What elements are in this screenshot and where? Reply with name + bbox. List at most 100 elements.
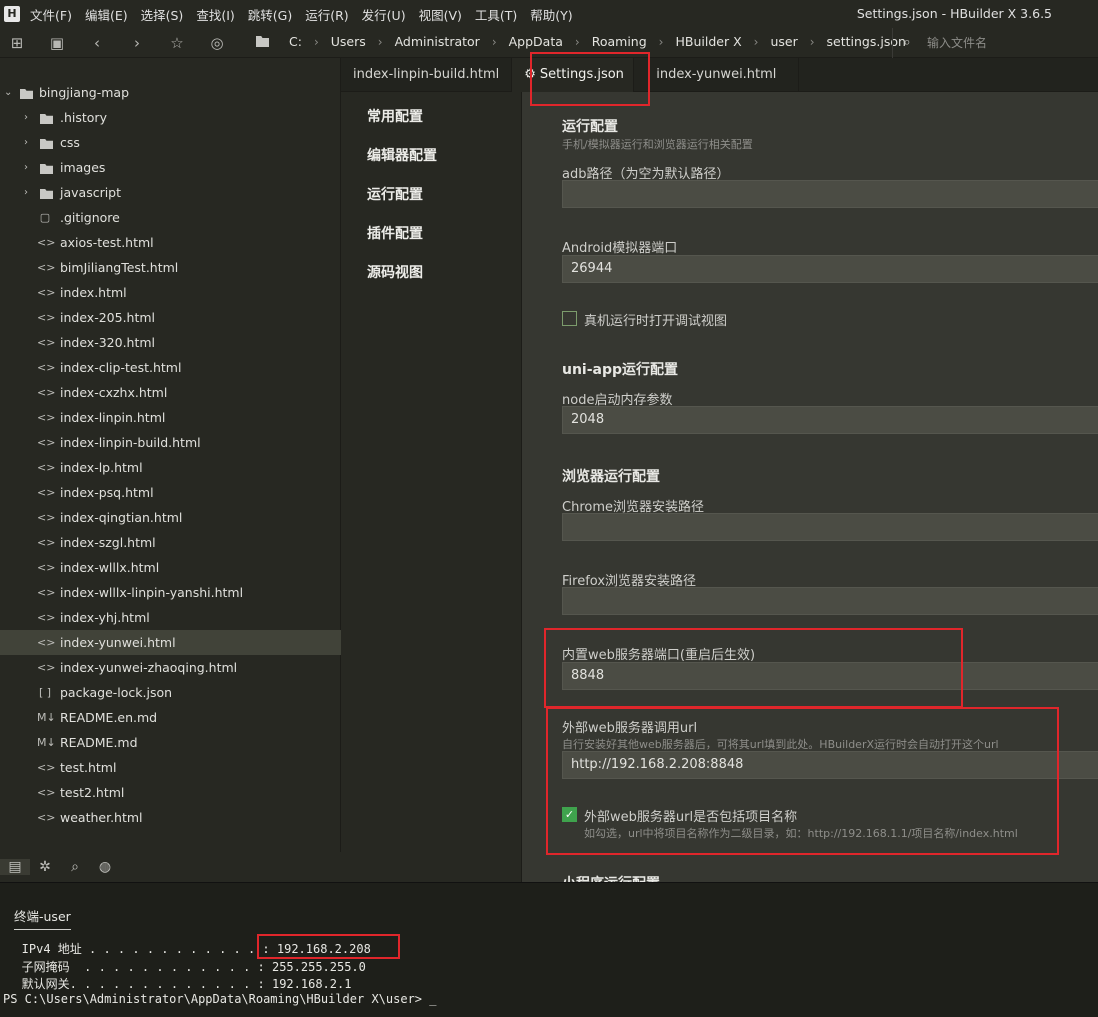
tree-folder[interactable]: › javascript [0,180,341,205]
tab-label: index-linpin-build.html [353,67,500,82]
adb-path-input[interactable] [562,180,1098,208]
chevron-right-icon[interactable]: › [24,105,28,130]
tree-item-label: index-clip-test.html [60,360,182,375]
menu-edit[interactable]: 编辑(E) [85,5,128,24]
tree-file[interactable]: <> index-wlllx.html [0,555,341,580]
breadcrumb-item[interactable]: C: [289,34,302,49]
menu-file[interactable]: 文件(F) [30,5,72,24]
breadcrumb-item[interactable]: AppData [509,34,563,49]
tree-file[interactable]: <> index-cxzhx.html [0,380,341,405]
ext-url-input[interactable]: http://192.168.2.208:8848 [562,751,1098,779]
menu-select[interactable]: 选择(S) [141,5,184,24]
include-project-checkbox[interactable]: ✓ [562,807,577,822]
debug-icon[interactable]: ✲ [30,859,60,875]
tree-file[interactable]: <> weather.html [0,805,341,830]
tree-item-label: javascript [60,185,122,200]
menu-run[interactable]: 运行(R) [305,5,348,24]
tree-item-label: .history [60,110,107,125]
back-icon[interactable]: ‹ [88,34,106,52]
tree-file[interactable]: <> index-lp.html [0,455,341,480]
breadcrumb-separator-icon: › [658,34,664,49]
tree-file[interactable]: <> index-linpin-build.html [0,430,341,455]
tree-file[interactable]: <> index-320.html [0,330,341,355]
nav-editor[interactable]: 编辑器配置 [367,145,437,165]
menu-goto[interactable]: 跳转(G) [248,5,292,24]
tree-item-label: images [60,160,106,175]
menu-tools[interactable]: 工具(T) [475,5,517,24]
new-file-icon[interactable]: ⊞ [8,34,26,52]
tree-item-label: README.md [60,735,138,750]
breadcrumb-item[interactable]: user [770,34,797,49]
tree-root[interactable]: ⌄ bingjiang-map [0,80,341,105]
tree-file[interactable]: <> index-yunwei-zhaoqing.html [0,655,341,680]
node-mem-input[interactable]: 2048 [562,406,1098,434]
tree-file[interactable]: <> bimJiliangTest.html [0,255,341,280]
project-manager-icon[interactable]: ▤ [0,859,30,875]
tab-index-linpin-build[interactable]: index-linpin-build.html [341,58,513,92]
tree-file[interactable]: <> index-szgl.html [0,530,341,555]
tree-file[interactable]: M↓ README.en.md [0,705,341,730]
nav-general[interactable]: 常用配置 [367,106,423,126]
breadcrumb-item[interactable]: HBuilder X [675,34,741,49]
chevron-right-icon[interactable]: › [24,155,28,180]
tree-file[interactable]: <> index-clip-test.html [0,355,341,380]
terminal-value: : 255.255.255.0 [257,960,366,974]
search-icon[interactable]: ⌕ [60,859,90,875]
plugin-icon[interactable]: ◍ [90,859,120,875]
nav-source-view[interactable]: 源码视图 [367,262,423,282]
terminal-tab[interactable]: 终端-user [14,906,71,930]
tree-file[interactable]: [ ] package-lock.json [0,680,341,705]
nav-run[interactable]: 运行配置 [367,184,423,204]
forward-icon[interactable]: › [128,34,146,52]
menu-find[interactable]: 查找(I) [196,5,234,24]
chrome-path-input[interactable] [562,513,1098,541]
run-config-desc: 手机/模拟器运行和浏览器运行相关配置 [562,138,753,151]
tree-file[interactable]: <> index-yunwei.html [0,630,341,655]
breadcrumb-item[interactable]: Administrator [395,34,480,49]
chevron-down-icon[interactable]: ⌄ [4,80,12,105]
menu-view[interactable]: 视图(V) [419,5,462,24]
tab-settings-json[interactable]: ⚙ Settings.json [512,58,635,92]
chevron-right-icon[interactable]: › [24,180,28,205]
run-icon[interactable]: ◎ [208,34,226,52]
tree-file[interactable]: <> test2.html [0,780,341,805]
tree-folder[interactable]: › .history [0,105,341,130]
nav-plugins[interactable]: 插件配置 [367,223,423,243]
tree-file[interactable]: <> test.html [0,755,341,780]
tab-label: Settings.json [539,67,624,82]
breadcrumb-item[interactable]: Users [331,34,366,49]
html-icon: <> [37,311,56,324]
breadcrumb-item[interactable]: Roaming [592,34,647,49]
folder-icon [20,89,33,99]
web-port-input[interactable]: 8848 [562,662,1098,690]
chevron-right-icon[interactable]: › [24,130,28,155]
debug-view-checkbox[interactable] [562,311,577,326]
menu-help[interactable]: 帮助(Y) [530,5,572,24]
android-port-input[interactable]: 26944 [562,255,1098,283]
tree-file[interactable]: <> axios-test.html [0,230,341,255]
tree-file[interactable]: <> index-205.html [0,305,341,330]
html-icon: <> [37,411,56,424]
debug-view-label: 真机运行时打开调试视图 [584,314,728,329]
terminal-line: IPv4 地址 . . . . . . . . . . . . : 192.16… [0,940,371,957]
tree-file[interactable]: <> index-linpin.html [0,405,341,430]
bookmark-star-icon[interactable]: ☆ [168,34,186,52]
tree-file[interactable]: <> index.html [0,280,341,305]
tree-folder[interactable]: › css [0,130,341,155]
menu-publish[interactable]: 发行(U) [362,5,406,24]
tree-file[interactable]: <> index-yhj.html [0,605,341,630]
tree-item-label: index-yunwei.html [60,635,176,650]
tree-item-label: index-yhj.html [60,610,150,625]
html-icon: <> [37,661,56,674]
tree-folder[interactable]: › images [0,155,341,180]
terminal-prompt[interactable]: PS C:\Users\Administrator\AppData\Roamin… [3,992,436,1006]
tab-index-yunwei[interactable]: index-yunwei.html [634,58,800,92]
tree-file[interactable]: <> index-qingtian.html [0,505,341,530]
firefox-path-input[interactable] [562,587,1098,615]
tree-file[interactable]: M↓ README.md [0,730,341,755]
file-search-input[interactable] [927,36,1087,50]
tree-file[interactable]: <> index-psq.html [0,480,341,505]
tree-file[interactable]: <> index-wlllx-linpin-yanshi.html [0,580,341,605]
save-icon[interactable]: ▣ [48,34,66,52]
tree-file[interactable]: ▢ .gitignore [0,205,341,230]
